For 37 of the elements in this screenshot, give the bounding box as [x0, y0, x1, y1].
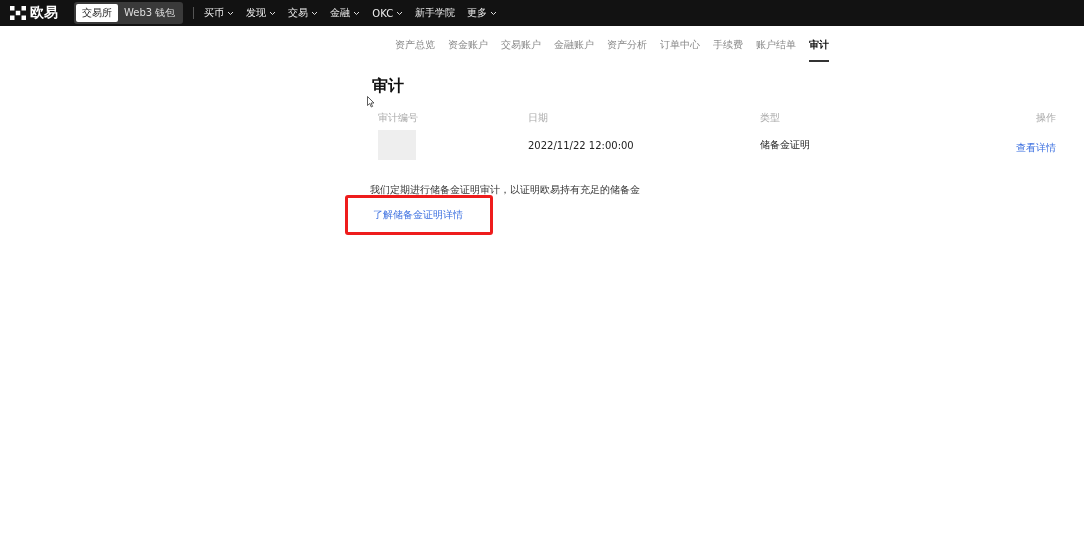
table-cell-text: 储备金证明 — [760, 138, 811, 152]
chevron-down-icon — [227, 10, 235, 16]
account-tab[interactable]: 资产分析 — [607, 30, 647, 62]
view-details-link[interactable]: 查看详情 — [1016, 141, 1056, 153]
account-tab[interactable]: 金融账户 — [554, 30, 594, 62]
column-header: 类型 — [760, 111, 781, 125]
nav-menu-item[interactable]: 买币 — [204, 6, 235, 20]
nav-menu-item[interactable]: 交易 — [288, 6, 319, 20]
column-header: 日期 — [528, 111, 549, 125]
account-tab[interactable]: 资产总览 — [395, 30, 435, 62]
account-tab[interactable]: 资金账户 — [448, 30, 488, 62]
chevron-down-icon — [311, 10, 319, 16]
nav-menu-item[interactable]: 金融 — [330, 6, 361, 20]
mode-tab[interactable]: Web3 钱包 — [118, 4, 182, 22]
page-title: 审计 — [372, 76, 404, 97]
chevron-down-icon — [396, 10, 404, 16]
logo-icon — [10, 6, 26, 20]
mouse-pointer-icon — [367, 96, 375, 108]
account-tab[interactable]: 审计 — [809, 30, 829, 62]
account-tab[interactable]: 账户结单 — [756, 30, 796, 62]
table-cell-text: 2022/11/22 12:00:00 — [528, 139, 635, 151]
nav-menu-item[interactable]: 更多 — [467, 6, 498, 20]
note-text: 我们定期进行储备金证明审计，以证明欧易持有充足的储备金 — [370, 183, 641, 197]
nav-menu-item[interactable]: OKC — [372, 6, 404, 20]
chevron-down-icon — [269, 10, 277, 16]
account-tab[interactable]: 订单中心 — [660, 30, 700, 62]
chevron-down-icon — [353, 10, 361, 16]
mode-tab[interactable]: 交易所 — [76, 4, 118, 22]
nav-menu-item[interactable]: 发现 — [246, 6, 277, 20]
chevron-down-icon — [490, 10, 498, 16]
column-header: 操作 — [1035, 111, 1056, 125]
brand-name: 欧易 — [30, 4, 58, 22]
account-tab[interactable]: 手续费 — [713, 30, 743, 62]
nav-menu-item[interactable]: 新手学院 — [415, 6, 456, 20]
column-header: 审计编号 — [377, 111, 419, 125]
account-tab[interactable]: 交易账户 — [501, 30, 541, 62]
learn-more-link[interactable]: 了解储备金证明详情 — [373, 209, 463, 220]
